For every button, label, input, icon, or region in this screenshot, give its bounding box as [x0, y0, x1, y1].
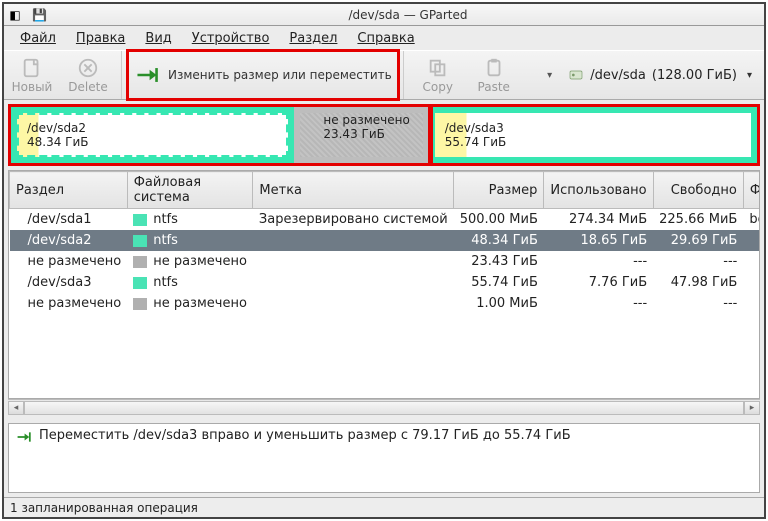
- fs-swatch: [133, 298, 147, 310]
- col-flags[interactable]: Флаги: [743, 172, 760, 209]
- cell-free: 29.69 ГиБ: [653, 230, 743, 251]
- cell-partition: /dev/sda2: [10, 230, 128, 251]
- titlebar: ◧ 💾 /dev/sda — GParted: [4, 4, 764, 26]
- status-text: 1 запланированная операция: [10, 501, 198, 515]
- menu-file[interactable]: Файл: [12, 29, 64, 48]
- cell-partition: не размечено: [10, 251, 128, 272]
- col-used[interactable]: Использовано: [544, 172, 653, 209]
- copy-button[interactable]: Copy: [410, 51, 466, 99]
- cell-free: 47.98 ГиБ: [653, 272, 743, 293]
- partition-sda3[interactable]: /dev/sda3 55.74 ГиБ: [429, 107, 757, 163]
- table-row[interactable]: /dev/sda1ntfsЗарезервировано системой500…: [10, 209, 761, 231]
- delete-button[interactable]: Delete: [60, 51, 116, 99]
- app-icon: ◧: [8, 8, 22, 22]
- table-hscrollbar[interactable]: ◂ ▸: [8, 399, 760, 415]
- cell-used: 18.65 ГиБ: [544, 230, 653, 251]
- fs-swatch: [133, 214, 147, 226]
- pending-op-text: Переместить /dev/sda3 вправо и уменьшить…: [39, 428, 571, 443]
- table-row[interactable]: /dev/sda2ntfs 48.34 ГиБ18.65 ГиБ29.69 ГиБ: [10, 230, 761, 251]
- hdd-icon: [568, 67, 584, 83]
- menu-partition[interactable]: Раздел: [281, 29, 345, 48]
- cell-fs: не размечено: [127, 251, 253, 272]
- app-window: ◧ 💾 /dev/sda — GParted Файл Правка Вид У…: [2, 2, 766, 519]
- resize-icon: [134, 64, 160, 86]
- cell-partition: /dev/sda1: [10, 209, 128, 231]
- cell-used: ---: [544, 293, 653, 314]
- resize-op-icon: [15, 430, 33, 444]
- cell-size: 23.43 ГиБ: [454, 251, 544, 272]
- fs-swatch: [133, 256, 147, 268]
- menu-help[interactable]: Справка: [349, 29, 422, 48]
- menu-device[interactable]: Устройство: [184, 29, 278, 48]
- scroll-track[interactable]: [24, 401, 744, 415]
- cell-free: ---: [653, 293, 743, 314]
- cell-size: 48.34 ГиБ: [454, 230, 544, 251]
- col-free[interactable]: Свободно: [653, 172, 743, 209]
- col-label[interactable]: Метка: [253, 172, 454, 209]
- cell-size: 500.00 МиБ: [454, 209, 544, 231]
- menubar: Файл Правка Вид Устройство Раздел Справк…: [4, 26, 764, 50]
- new-button[interactable]: Новый: [4, 51, 60, 99]
- table-row[interactable]: не размеченоне размечено1.00 МиБ------: [10, 293, 761, 314]
- dropdown-arrow-icon[interactable]: ▾: [547, 70, 560, 81]
- statusbar: 1 запланированная операция: [4, 497, 764, 517]
- device-path: /dev/sda: [590, 68, 646, 83]
- fs-swatch: [133, 235, 147, 247]
- pending-operations[interactable]: Переместить /dev/sda3 вправо и уменьшить…: [8, 423, 760, 493]
- device-picker[interactable]: /dev/sda (128.00 ГиБ) ▾: [560, 51, 764, 99]
- cell-used: 7.76 ГиБ: [544, 272, 653, 293]
- device-size: (128.00 ГиБ): [652, 68, 737, 83]
- table-row[interactable]: не размеченоне размечено23.43 ГиБ------: [10, 251, 761, 272]
- cell-free: ---: [653, 251, 743, 272]
- cell-flags: [743, 272, 760, 293]
- scroll-left-button[interactable]: ◂: [8, 401, 24, 415]
- toolbar-separator: [116, 51, 122, 99]
- paste-icon: [483, 57, 505, 79]
- menu-view[interactable]: Вид: [137, 29, 179, 48]
- fs-swatch: [133, 277, 147, 289]
- cell-flags: [743, 251, 760, 272]
- cell-size: 1.00 МиБ: [454, 293, 544, 314]
- col-partition[interactable]: Раздел: [10, 172, 128, 209]
- cell-used: 274.34 МиБ: [544, 209, 653, 231]
- cell-fs: не размечено: [127, 293, 253, 314]
- cell-fs: ntfs: [127, 209, 253, 231]
- col-size[interactable]: Размер: [454, 172, 544, 209]
- cell-size: 55.74 ГиБ: [454, 272, 544, 293]
- cell-label: Зарезервировано системой: [253, 209, 454, 231]
- cell-flags: [743, 230, 760, 251]
- menu-edit[interactable]: Правка: [68, 29, 133, 48]
- table-header-row: Раздел Файловая система Метка Размер Исп…: [10, 172, 761, 209]
- window-title: /dev/sda — GParted: [52, 8, 764, 22]
- disk-icon: 💾: [32, 8, 46, 22]
- cell-flags: [743, 293, 760, 314]
- paste-button[interactable]: Paste: [466, 51, 522, 99]
- cell-fs: ntfs: [127, 230, 253, 251]
- toolbar-separator: [398, 51, 404, 99]
- cell-flags: boot: [743, 209, 760, 231]
- cell-label: [253, 272, 454, 293]
- cell-fs: ntfs: [127, 272, 253, 293]
- toolbar: Новый Delete Изменить размер или перемес…: [4, 50, 764, 100]
- cell-partition: /dev/sda3: [10, 272, 128, 293]
- scroll-right-button[interactable]: ▸: [744, 401, 760, 415]
- chevron-down-icon: ▾: [743, 70, 756, 81]
- cell-free: 225.66 МиБ: [653, 209, 743, 231]
- cell-label: [253, 293, 454, 314]
- copy-icon: [427, 57, 449, 79]
- partition-table: Раздел Файловая система Метка Размер Исп…: [8, 170, 760, 399]
- table-row[interactable]: /dev/sda3ntfs 55.74 ГиБ7.76 ГиБ47.98 ГиБ: [10, 272, 761, 293]
- cell-partition: не размечено: [10, 293, 128, 314]
- partition-sda2[interactable]: /dev/sda2 48.34 ГиБ: [11, 107, 294, 163]
- disk-map[interactable]: /dev/sda2 48.34 ГиБ не размечено 23.43 Г…: [10, 106, 758, 164]
- col-fs[interactable]: Файловая система: [127, 172, 253, 209]
- new-icon: [21, 57, 43, 79]
- resize-move-button[interactable]: Изменить размер или переместить: [128, 51, 398, 99]
- cell-label: [253, 230, 454, 251]
- cell-label: [253, 251, 454, 272]
- partition-unallocated[interactable]: не размечено 23.43 ГиБ: [294, 107, 428, 163]
- delete-icon: [77, 57, 99, 79]
- cell-used: ---: [544, 251, 653, 272]
